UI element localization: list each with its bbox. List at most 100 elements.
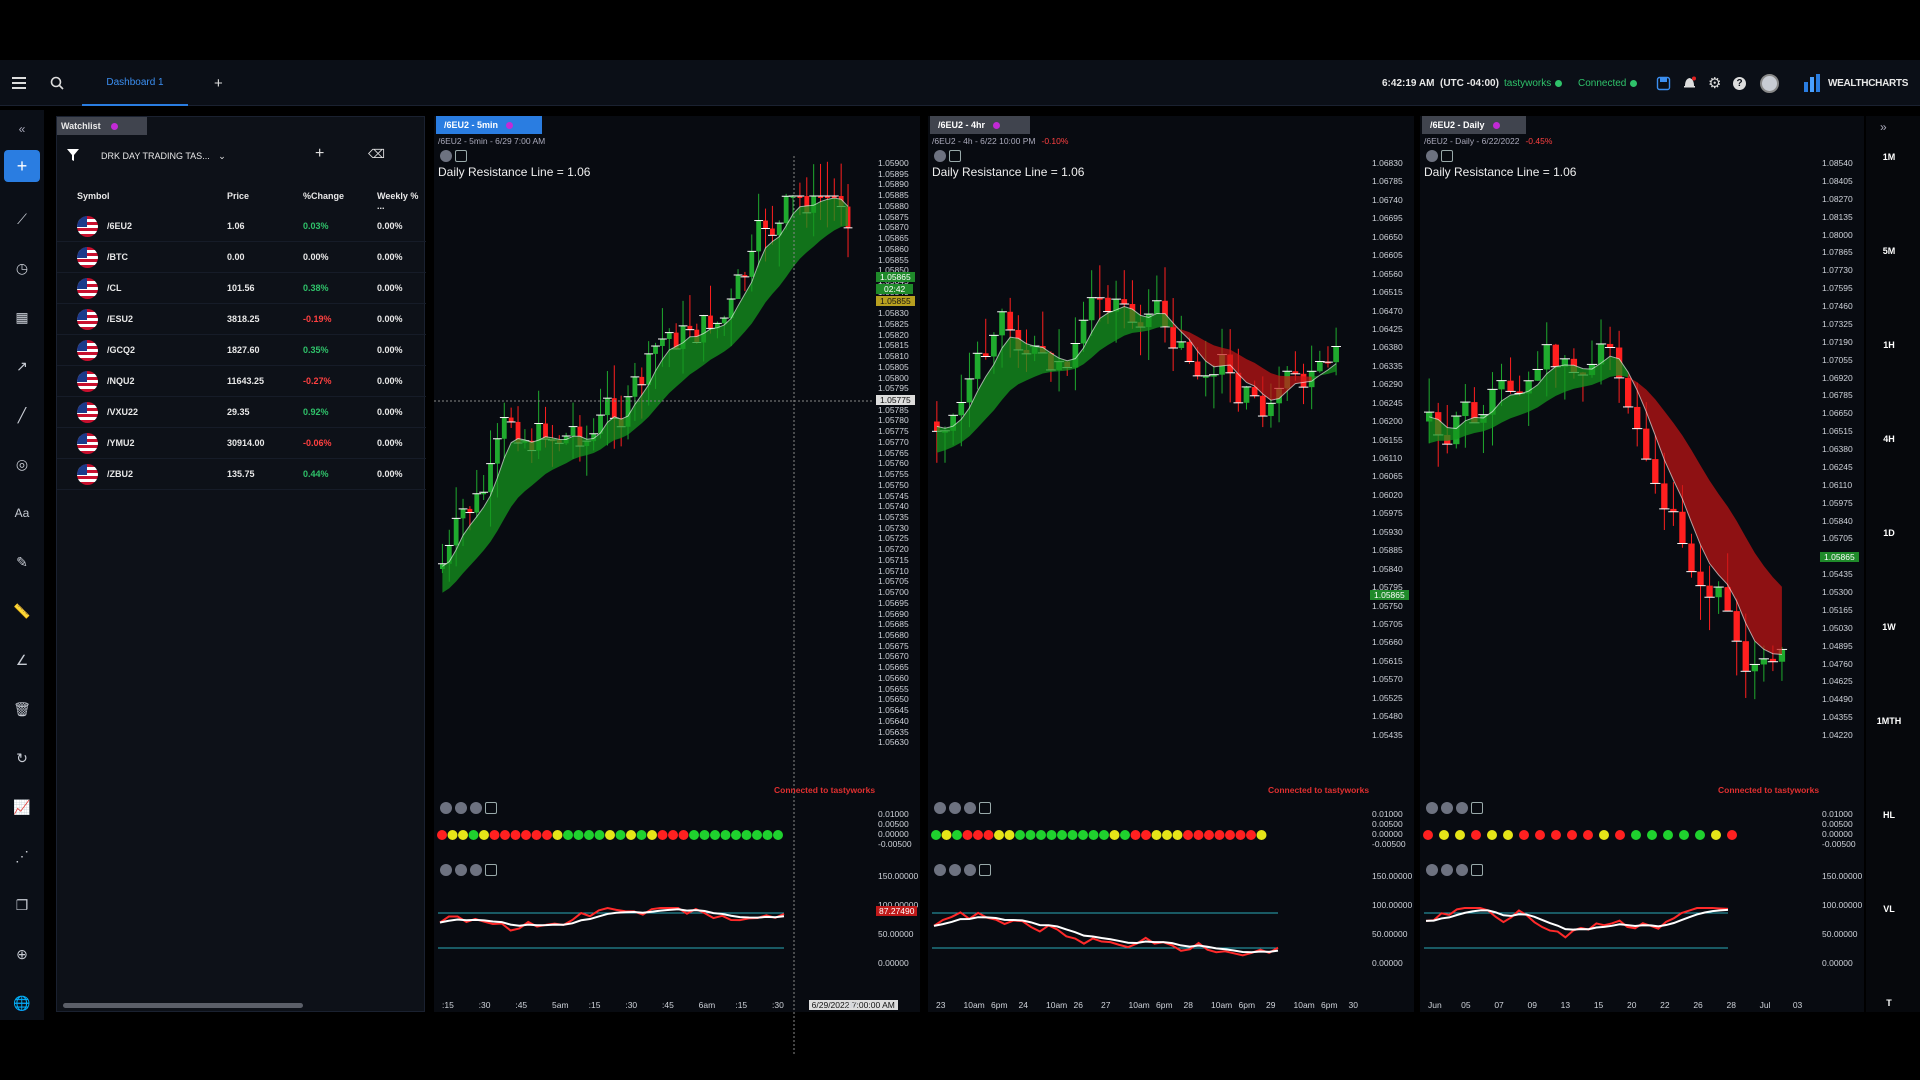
watchlist-row[interactable]: /VXU22 29.35 0.92% 0.00%	[57, 397, 426, 428]
add-study-icon[interactable]	[979, 802, 991, 814]
eraser-icon[interactable]: ⌫	[368, 147, 385, 161]
gear-icon[interactable]: ⚙	[1708, 60, 1721, 106]
timeframe-vl[interactable]: VL	[1874, 904, 1904, 914]
filter-icon[interactable]	[67, 149, 79, 164]
column-header[interactable]: Weekly % ...	[377, 191, 426, 211]
chart-panel[interactable]: /6EU2 - 5min/6EU2 - 5min - 6/29 7:00 AM D…	[434, 116, 920, 1056]
watchlist-selector[interactable]: DRK DAY TRADING TAS... ⌄	[101, 151, 226, 162]
add-study-icon[interactable]	[485, 864, 497, 876]
watchlist-row[interactable]: /CL 101.56 0.38% 0.00%	[57, 273, 426, 304]
settings-icon[interactable]	[949, 802, 961, 814]
copy-icon[interactable]: ❐	[8, 891, 36, 919]
globe-icon[interactable]: 🌐	[8, 989, 36, 1017]
trend-icon[interactable]: ↗	[8, 352, 36, 380]
add-study-icon[interactable]	[979, 864, 991, 876]
x-axis-tick: 10am	[1293, 1000, 1315, 1010]
help-icon[interactable]: ?	[1733, 60, 1746, 106]
eye-icon[interactable]	[440, 864, 452, 876]
tab-dashboard-1[interactable]: Dashboard 1	[82, 60, 188, 106]
timeframe-5m[interactable]: 5M	[1874, 246, 1904, 256]
add-study-icon[interactable]	[1471, 864, 1483, 876]
pencil-icon[interactable]: ✎	[8, 548, 36, 576]
watchlist-row[interactable]: /GCQ2 1827.60 0.35% 0.00%	[57, 335, 426, 366]
timeframe-t[interactable]: T	[1874, 998, 1904, 1008]
settings-icon[interactable]	[455, 864, 467, 876]
stochastic-chart[interactable]	[928, 906, 1368, 966]
angle-icon[interactable]: ∠	[8, 646, 36, 674]
watchlist-row[interactable]: /YMU2 30914.00 -0.06% 0.00%	[57, 428, 426, 459]
close-study-icon[interactable]	[470, 802, 482, 814]
y-axis-tick: 1.04220	[1822, 730, 1853, 741]
ruler-icon[interactable]: 📏	[8, 597, 36, 625]
settings-icon[interactable]	[455, 802, 467, 814]
chart-tab[interactable]: /6EU2 - 4hr	[930, 116, 1030, 134]
settings-icon[interactable]	[1441, 802, 1453, 814]
eye-icon[interactable]	[1426, 864, 1438, 876]
chart-panel[interactable]: /6EU2 - 4hr/6EU2 - 4h - 6/22 10:00 PM -0.…	[928, 116, 1414, 1012]
chart-tab[interactable]: /6EU2 - 5min	[436, 116, 542, 134]
watchlist-row[interactable]: /ZBU2 135.75 0.44% 0.00%	[57, 459, 426, 490]
timeframe-1w[interactable]: 1W	[1874, 622, 1904, 632]
close-study-icon[interactable]	[964, 802, 976, 814]
collapse-right-icon[interactable]: »	[1880, 120, 1887, 134]
calendar-icon[interactable]: ▦	[8, 303, 36, 331]
settings-icon[interactable]	[1441, 864, 1453, 876]
column-header[interactable]: Price	[227, 191, 249, 201]
watchlist-row[interactable]: /ESU2 3818.25 -0.19% 0.00%	[57, 304, 426, 335]
watchlist-row[interactable]: /BTC 0.00 0.00% 0.00%	[57, 242, 426, 273]
add-study-icon[interactable]	[1471, 802, 1483, 814]
timeframe-hl[interactable]: HL	[1874, 810, 1904, 820]
text-tool-icon[interactable]: Aa	[8, 499, 36, 527]
timeframe-1mth[interactable]: 1MTH	[1874, 716, 1904, 726]
trash-icon[interactable]: 🗑	[8, 695, 36, 723]
crosshair-icon[interactable]: ⊕	[8, 940, 36, 968]
timeframe-1h[interactable]: 1H	[1874, 340, 1904, 350]
add-tab-button[interactable]: +	[214, 60, 223, 106]
close-study-icon[interactable]	[470, 864, 482, 876]
x-axis-tick: 07	[1494, 1000, 1504, 1010]
price-chart[interactable]	[928, 156, 1368, 746]
timeframe-4h[interactable]: 4H	[1874, 434, 1904, 444]
timezone[interactable]: (UTC -04:00)	[1440, 60, 1499, 106]
column-header[interactable]: %Change	[303, 191, 344, 201]
settings-icon[interactable]	[949, 864, 961, 876]
collapse-left-icon[interactable]: «	[8, 115, 36, 143]
add-study-icon[interactable]	[485, 802, 497, 814]
save-icon[interactable]	[1656, 60, 1671, 106]
price-chart[interactable]	[1420, 156, 1818, 746]
eye-icon[interactable]	[934, 802, 946, 814]
menu-icon[interactable]	[12, 60, 26, 106]
add-symbol-button[interactable]: +	[315, 145, 324, 163]
timeframe-1m[interactable]: 1M	[1874, 152, 1904, 162]
scatter-icon[interactable]: ⋰	[8, 842, 36, 870]
avatar[interactable]	[1760, 60, 1779, 106]
broker-status[interactable]: tastyworks	[1504, 60, 1563, 106]
eye-icon[interactable]	[1426, 802, 1438, 814]
watchlist-row[interactable]: /6EU2 1.06 0.03% 0.00%	[57, 211, 426, 242]
close-study-icon[interactable]	[1456, 864, 1468, 876]
line-tool-icon[interactable]: ╱	[8, 401, 36, 429]
watchlist-row[interactable]: /NQU2 11643.25 -0.27% 0.00%	[57, 366, 426, 397]
chart-icon[interactable]: 📈	[8, 793, 36, 821]
search-icon[interactable]	[50, 60, 64, 106]
chart-panel[interactable]: /6EU2 - Daily/6EU2 - Daily - 6/22/2022 -0…	[1420, 116, 1864, 1012]
signal-dot	[1193, 830, 1204, 840]
horizontal-scrollbar[interactable]	[63, 1003, 303, 1008]
bell-icon[interactable]	[1683, 60, 1696, 106]
refresh-icon[interactable]: ↻	[8, 744, 36, 772]
clock-icon[interactable]: ◷	[8, 254, 36, 282]
close-study-icon[interactable]	[964, 864, 976, 876]
column-header[interactable]: Symbol	[77, 191, 110, 201]
shapes-icon[interactable]: ◎	[8, 450, 36, 478]
price-chart[interactable]	[434, 156, 874, 1056]
watchlist-tab[interactable]: Watchlist	[57, 117, 147, 135]
eye-icon[interactable]	[934, 864, 946, 876]
chart-tab[interactable]: /6EU2 - Daily	[1422, 116, 1526, 134]
add-tool-button[interactable]: +	[4, 150, 40, 182]
close-study-icon[interactable]	[1456, 802, 1468, 814]
eye-icon[interactable]	[440, 802, 452, 814]
stochastic-chart[interactable]	[434, 906, 874, 966]
timeframe-1d[interactable]: 1D	[1874, 528, 1904, 538]
indicator-icon[interactable]: ⟋	[8, 205, 36, 233]
stochastic-chart[interactable]	[1420, 906, 1818, 966]
